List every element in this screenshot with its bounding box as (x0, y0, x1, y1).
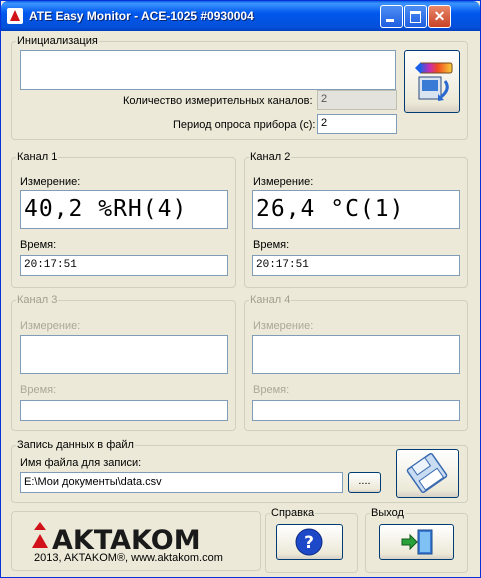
channel-4-time-field (252, 400, 460, 421)
channel-3-time-field (20, 400, 228, 421)
channel-4-measure-label: Измерение: (253, 320, 314, 332)
poll-period-value: 2 (321, 117, 328, 129)
filename-label: Имя файла для записи: (20, 457, 142, 469)
help-question-icon: ? (295, 528, 323, 556)
brand-panel: AKTAKOM 2013, AKTAKOM®, www.aktakom.com (11, 511, 261, 571)
channel-4-time-label: Время: (253, 384, 290, 396)
maximize-button[interactable] (404, 5, 427, 28)
minimize-button[interactable] (380, 5, 403, 28)
connect-icon (415, 62, 453, 101)
filename-value: E:\Мои документы\data.csv (24, 476, 162, 488)
channel-2-time-label: Время: (253, 239, 290, 251)
channels-count-label: Количество измерительных каналов: (123, 95, 313, 107)
filename-input[interactable]: E:\Мои документы\data.csv (20, 472, 343, 493)
init-status-field (20, 50, 396, 90)
channel-1-legend: Канал 1 (17, 151, 58, 163)
channel-3-legend: Канал 3 (17, 294, 58, 306)
channels-count-field: 2 (317, 90, 397, 110)
browse-button[interactable]: .... (348, 472, 381, 493)
exit-legend: Выход (371, 507, 404, 519)
channel-3-time-label: Время: (20, 384, 57, 396)
channel-2-measure-value: 26,4 °C(1) (256, 196, 405, 222)
channel-2-measure-field: 26,4 °C(1) (252, 190, 460, 229)
app-icon[interactable] (7, 8, 23, 24)
save-disk-icon (406, 452, 448, 494)
close-icon: ✕ (433, 8, 446, 24)
poll-period-label: Период опроса прибора (с): (173, 119, 316, 131)
exit-door-icon (401, 529, 433, 555)
channel-1-measure-label: Измерение: (20, 176, 81, 188)
channel-2-time-field: 20:17:51 (252, 255, 460, 276)
browse-button-label: .... (358, 475, 371, 487)
help-button[interactable]: ? (276, 524, 343, 560)
channel-2-measure-label: Измерение: (253, 176, 314, 188)
save-button[interactable] (396, 449, 459, 498)
channel-1-time-value: 20:17:51 (24, 259, 77, 271)
channel-1-time-label: Время: (20, 239, 57, 251)
file-legend: Запись данных в файл (17, 439, 134, 451)
poll-period-input[interactable]: 2 (317, 114, 397, 134)
channel-1-time-field: 20:17:51 (20, 255, 228, 276)
exit-button[interactable] (379, 524, 454, 560)
window-title: ATE Easy Monitor - ACE-1025 #0930004 (29, 9, 254, 23)
connect-button[interactable] (404, 50, 460, 113)
minimize-icon (386, 19, 394, 22)
channel-1-measure-value: 40,2 %RH(4) (24, 196, 188, 222)
svg-text:?: ? (304, 533, 314, 553)
channel-3-measure-field (20, 335, 228, 374)
channel-2-time-value: 20:17:51 (256, 259, 309, 271)
brand-copyright: 2013, AKTAKOM®, www.aktakom.com (34, 552, 223, 564)
main-window: ATE Easy Monitor - ACE-1025 #0930004 ✕ И… (0, 0, 481, 578)
brand-logo: AKTAKOM (32, 522, 201, 556)
channel-2-legend: Канал 2 (250, 151, 291, 163)
maximize-icon (410, 11, 421, 23)
channel-4-legend: Канал 4 (250, 294, 291, 306)
channels-count-value: 2 (321, 93, 328, 105)
channel-1-measure-field: 40,2 %RH(4) (20, 190, 228, 229)
title-bar[interactable]: ATE Easy Monitor - ACE-1025 #0930004 ✕ (1, 1, 480, 31)
help-legend: Справка (271, 507, 315, 519)
init-legend: Инициализация (17, 35, 98, 47)
close-button[interactable]: ✕ (428, 5, 451, 28)
channel-4-measure-field (252, 335, 460, 374)
channel-3-measure-label: Измерение: (20, 320, 81, 332)
